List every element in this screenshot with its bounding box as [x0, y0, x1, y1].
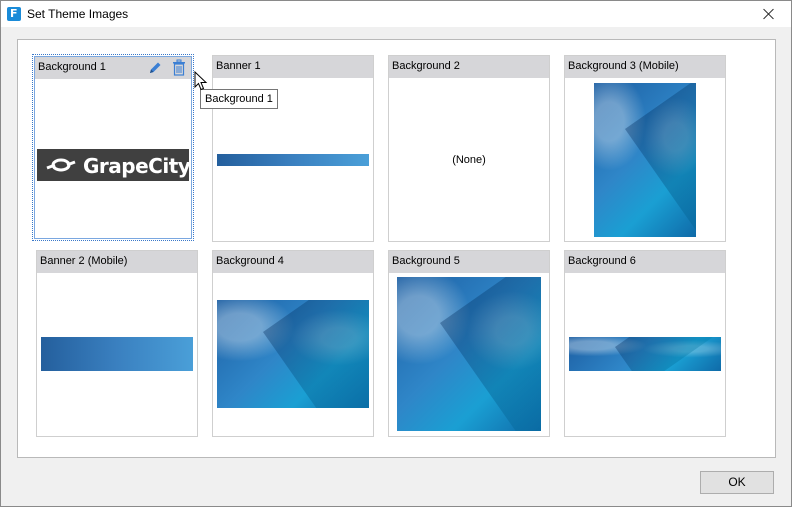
grapecity-logo: GrapeCity — [37, 149, 191, 181]
app-logo-icon: F — [7, 7, 21, 21]
sky-image — [594, 83, 696, 237]
sky-image — [397, 277, 541, 431]
pencil-icon[interactable] — [147, 60, 163, 76]
tile-header: Banner 2 (Mobile) — [37, 251, 197, 273]
trash-icon[interactable] — [171, 59, 187, 77]
no-image-text: (None) — [452, 154, 486, 166]
tile-preview — [37, 273, 197, 436]
tile-label: Banner 1 — [216, 60, 261, 72]
tile-header: Background 6 — [565, 251, 725, 273]
tile-background-1[interactable]: Background 1 GrapeCity — [32, 54, 194, 241]
ok-button[interactable]: OK — [700, 471, 774, 494]
dialog-title: Set Theme Images — [27, 7, 129, 21]
banner-image — [41, 337, 193, 371]
tile-header: Background 3 (Mobile) — [565, 56, 725, 78]
tile-preview — [565, 273, 725, 436]
tile-header: Background 4 — [213, 251, 373, 273]
tile-preview — [565, 78, 725, 241]
tile-label: Background 2 — [392, 60, 460, 72]
tile-header: Background 1 — [35, 57, 191, 79]
theme-images-panel: Background 1 GrapeCity Banner 1 Backgrou… — [17, 39, 776, 458]
tile-background-2[interactable]: Background 2 (None) — [388, 55, 550, 242]
tile-preview: (None) — [389, 78, 549, 241]
sky-image — [217, 300, 369, 408]
tile-label: Background 4 — [216, 255, 284, 267]
close-icon[interactable] — [747, 1, 791, 27]
tile-background-5[interactable]: Background 5 — [388, 250, 550, 437]
tile-banner-2-mobile[interactable]: Banner 2 (Mobile) — [36, 250, 198, 437]
tile-background-4[interactable]: Background 4 — [212, 250, 374, 437]
tile-background-6[interactable]: Background 6 — [564, 250, 726, 437]
dialog-window: F Set Theme Images Background 1 GrapeCit… — [0, 0, 792, 507]
tile-header: Background 2 — [389, 56, 549, 78]
tile-header: Background 5 — [389, 251, 549, 273]
logo-mark-icon — [46, 158, 76, 172]
cursor-arrow-icon — [194, 71, 208, 91]
tile-label: Background 1 — [38, 61, 106, 73]
logo-text: GrapeCity — [83, 154, 191, 178]
tile-preview — [389, 273, 549, 436]
tile-background-3-mobile[interactable]: Background 3 (Mobile) — [564, 55, 726, 242]
tile-label: Background 6 — [568, 255, 636, 267]
tile-preview — [213, 273, 373, 436]
tile-label: Background 5 — [392, 255, 460, 267]
tile-label: Banner 2 (Mobile) — [40, 255, 128, 267]
title-bar: F Set Theme Images — [1, 1, 791, 27]
tile-header: Banner 1 — [213, 56, 373, 78]
tile-preview: GrapeCity — [33, 77, 193, 240]
tile-banner-1[interactable]: Banner 1 — [212, 55, 374, 242]
tooltip: Background 1 — [200, 89, 278, 109]
tile-label: Background 3 (Mobile) — [568, 60, 679, 72]
sky-image — [569, 337, 721, 371]
banner-image — [217, 154, 369, 166]
